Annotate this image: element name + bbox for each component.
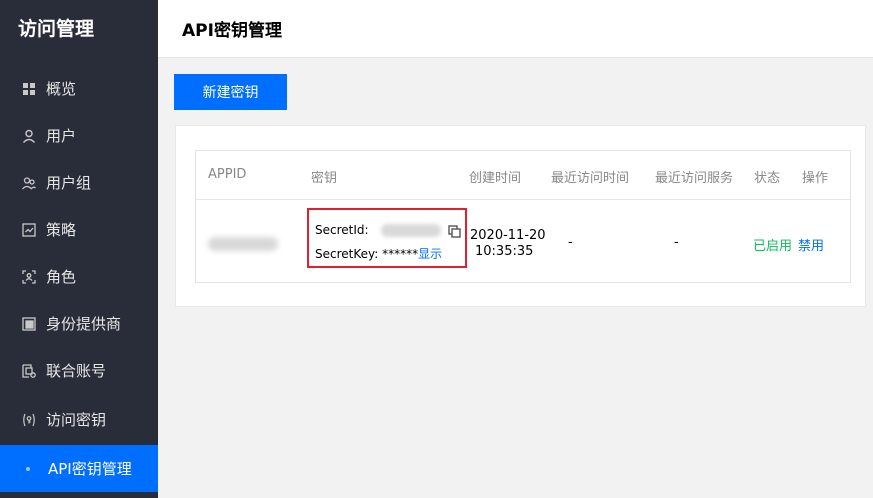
sidebar-item-label: 访问密钥 xyxy=(46,411,107,429)
sidebar-item-label: 策略 xyxy=(46,221,77,239)
secret-key-row: SecretKey: ******显示 xyxy=(315,245,442,262)
grid-icon xyxy=(22,82,36,96)
disable-link[interactable]: 禁用 xyxy=(798,235,824,254)
secret-id-label: SecretId: xyxy=(315,223,369,237)
key-icon xyxy=(22,413,36,427)
column-header-last-access-time: 最近访问时间 xyxy=(551,171,630,186)
user-group-icon xyxy=(22,176,36,190)
column-header-created-time: 创建时间 xyxy=(469,171,522,186)
last-access-service: - xyxy=(674,235,679,250)
sidebar-item-overview[interactable]: 概览 xyxy=(0,65,158,112)
sidebar-item-label: 用户组 xyxy=(46,174,92,192)
sidebar-item-label: 联合账号 xyxy=(46,362,107,380)
sidebar: 访问管理 概览 用户 用户组 策略 角色 身份提供商 联合账号 访问密钥 API… xyxy=(0,0,158,498)
sidebar-item-label: 身份提供商 xyxy=(46,315,122,333)
sidebar-item-access-keys[interactable]: 访问密钥 xyxy=(0,396,158,443)
sidebar-item-label: 用户 xyxy=(46,127,77,145)
identity-provider-icon xyxy=(22,316,36,331)
show-secret-key-link[interactable]: 显示 xyxy=(418,247,442,261)
sidebar-item-label: 概览 xyxy=(46,80,77,98)
sidebar-item-users[interactable]: 用户 xyxy=(0,112,158,159)
role-icon xyxy=(22,269,36,284)
column-header-actions: 操作 xyxy=(802,171,829,186)
sidebar-item-label: 角色 xyxy=(46,268,77,286)
federated-account-icon xyxy=(22,363,36,378)
appid-value-redacted xyxy=(208,237,278,251)
page-header: API密钥管理 xyxy=(158,0,873,58)
secret-key-label: SecretKey: ****** xyxy=(315,247,419,261)
dot-icon xyxy=(26,466,30,471)
secret-highlight-box: SecretId: SecretKey: ******显示 xyxy=(307,208,467,268)
keys-table: APPID 密钥 创建时间 最近访问时间 最近访问服务 状态 操作 Secret… xyxy=(195,150,851,283)
sidebar-item-policies[interactable]: 策略 xyxy=(0,206,158,253)
sidebar-item-label: API密钥管理 xyxy=(48,460,132,478)
column-header-key: 密钥 xyxy=(311,171,338,186)
sidebar-title: 访问管理 xyxy=(18,18,95,40)
page-title: API密钥管理 xyxy=(182,21,282,41)
sidebar-item-user-groups[interactable]: 用户组 xyxy=(0,159,158,206)
column-header-last-access-service: 最近访问服务 xyxy=(655,171,734,186)
sidebar-item-federated-accounts[interactable]: 联合账号 xyxy=(0,347,158,394)
create-key-button[interactable]: 新建密钥 xyxy=(174,74,287,110)
user-icon xyxy=(22,129,36,143)
created-date: 2020-11-20 xyxy=(470,228,546,243)
last-access-time: - xyxy=(568,235,573,250)
keys-card: APPID 密钥 创建时间 最近访问时间 最近访问服务 状态 操作 Secret… xyxy=(175,125,866,307)
sidebar-item-api-key-management[interactable]: API密钥管理 xyxy=(0,445,158,492)
created-time: 10:35:35 xyxy=(475,244,534,259)
sidebar-item-roles[interactable]: 角色 xyxy=(0,253,158,300)
copy-icon[interactable] xyxy=(448,223,461,238)
column-header-appid: APPID xyxy=(208,167,247,182)
sidebar-item-identity-providers[interactable]: 身份提供商 xyxy=(0,300,158,347)
secret-id-value-redacted xyxy=(381,224,441,237)
policy-icon xyxy=(22,222,36,237)
status-badge: 已启用 xyxy=(753,239,793,254)
table-header: APPID 密钥 创建时间 最近访问时间 最近访问服务 状态 操作 xyxy=(196,151,850,200)
column-header-status: 状态 xyxy=(754,171,781,186)
